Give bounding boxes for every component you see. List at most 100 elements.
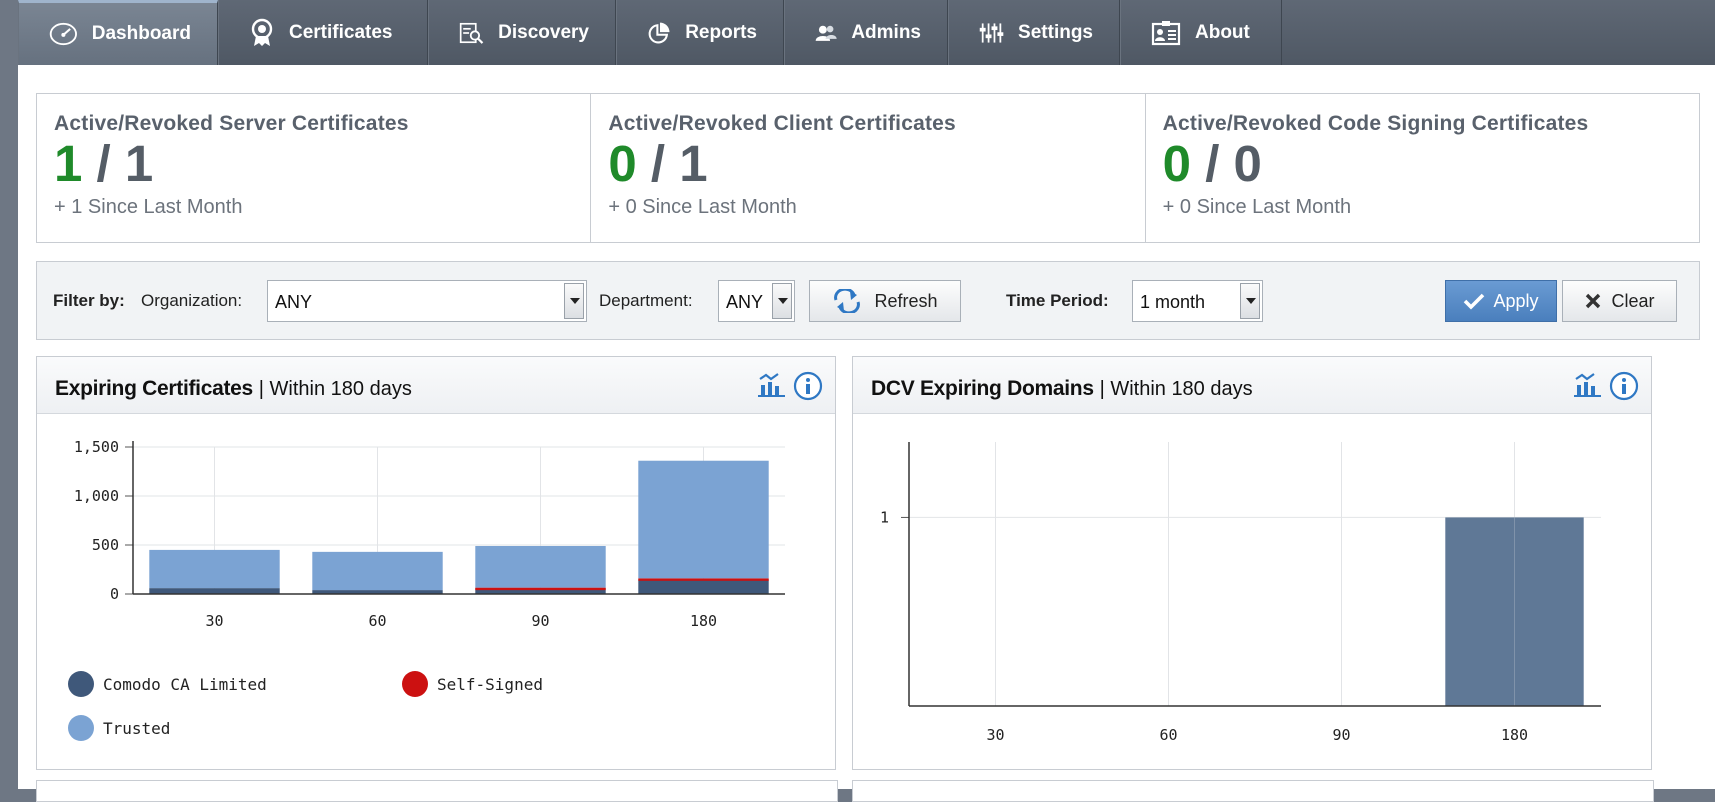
legend-label: Trusted xyxy=(103,719,170,738)
organization-label: Organization: xyxy=(141,291,243,310)
legend-label: Self-Signed xyxy=(437,675,543,694)
clear-button[interactable]: Clear xyxy=(1562,280,1677,322)
stat-title: Active/Revoked Code Signing Certificates xyxy=(1162,112,1589,135)
chart-view-icon[interactable] xyxy=(757,371,787,399)
y-tick-label: 1,500 xyxy=(74,438,119,456)
bar xyxy=(312,551,443,591)
app-frame: Dashboard Certificates Discovery Reports… xyxy=(18,0,1715,802)
tab-reports[interactable]: Reports xyxy=(616,0,784,65)
top-nav: Dashboard Certificates Discovery Reports… xyxy=(18,0,1715,65)
x-tick-label: 60 xyxy=(1159,726,1177,744)
bar xyxy=(475,545,606,588)
organization-value: ANY xyxy=(275,292,313,312)
revoked-count[interactable]: 1 xyxy=(125,135,153,192)
bar xyxy=(149,549,280,589)
panel-header: Expiring Certificates | Within 180 days xyxy=(37,357,835,414)
panel-subtitle: | Within 180 days xyxy=(258,378,412,400)
active-count[interactable]: 1 xyxy=(54,135,82,192)
apply-label: Apply xyxy=(1493,290,1539,311)
next-panel-edge xyxy=(36,780,838,802)
clear-label: Clear xyxy=(1611,290,1655,311)
admins-icon xyxy=(815,25,837,41)
settings-icon xyxy=(979,22,1004,43)
x-tick-label: 30 xyxy=(205,612,223,630)
tab-admins-label: Admins xyxy=(851,21,921,43)
gauge-icon xyxy=(49,22,77,46)
x-tick-label: 60 xyxy=(368,612,386,630)
tab-admins[interactable]: Admins xyxy=(784,0,948,65)
tab-reports-label: Reports xyxy=(685,21,757,43)
chevron-down-icon[interactable] xyxy=(772,283,792,319)
x-tick-label: 180 xyxy=(1501,726,1528,744)
tab-certificates-label: Certificates xyxy=(289,21,393,43)
department-value: ANY xyxy=(726,292,764,312)
panel-header: DCV Expiring Domains | Within 180 days xyxy=(853,357,1651,414)
stat-client-certificates[interactable]: Active/Revoked Client Certificates 0 / 1… xyxy=(591,94,1146,242)
stat-server-certificates[interactable]: Active/Revoked Server Certificates 1 / 1… xyxy=(37,94,592,242)
bar xyxy=(638,578,769,581)
time-period-label: Time Period: xyxy=(1006,291,1109,310)
active-count[interactable]: 0 xyxy=(608,135,636,192)
organization-select[interactable]: ANY xyxy=(267,280,587,322)
legend-marker xyxy=(68,715,94,741)
apply-button[interactable]: Apply xyxy=(1445,280,1557,322)
dcv-expiring-domains-panel: DCV Expiring Domains | Within 180 days 1… xyxy=(852,356,1652,770)
expiring-certificates-chart: 0 500 1,000 1,500 30 60 90 180 Comodo CA Limited… xyxy=(68,438,785,741)
stat-title: Active/Revoked Client Certificates xyxy=(608,112,956,135)
certificate-stats: Active/Revoked Server Certificates 1 / 1… xyxy=(36,93,1700,243)
tab-discovery-label: Discovery xyxy=(498,21,589,43)
tab-certificates[interactable]: Certificates xyxy=(218,0,428,65)
panel-subtitle: | Within 180 days xyxy=(1099,378,1253,400)
bar xyxy=(638,460,769,579)
x-tick-label: 30 xyxy=(986,726,1004,744)
tab-about[interactable]: About xyxy=(1120,0,1282,65)
tab-settings-label: Settings xyxy=(1018,21,1093,43)
y-tick-label: 500 xyxy=(92,536,119,554)
panel-icons xyxy=(757,371,823,401)
chart-view-icon[interactable] xyxy=(1573,371,1603,399)
count-separator: / xyxy=(96,135,111,192)
bar xyxy=(475,587,606,591)
revoked-count[interactable]: 1 xyxy=(679,135,707,192)
active-count[interactable]: 0 xyxy=(1163,135,1191,192)
stat-code-signing-certificates[interactable]: Active/Revoked Code Signing Certificates… xyxy=(1146,94,1699,242)
y-tick-label: 1 xyxy=(880,508,889,526)
chevron-down-icon[interactable] xyxy=(1240,283,1260,319)
department-select[interactable]: ANY xyxy=(718,280,795,322)
panel-icons xyxy=(1573,371,1639,401)
bar xyxy=(638,579,769,594)
tab-dashboard[interactable]: Dashboard xyxy=(18,0,218,65)
tab-settings[interactable]: Settings xyxy=(948,0,1120,65)
since-last-month: + 0 Since Last Month xyxy=(1162,196,1352,218)
legend-marker xyxy=(402,671,428,697)
y-tick-label: 1,000 xyxy=(74,487,119,505)
count-separator: / xyxy=(650,135,666,192)
certificate-icon xyxy=(251,18,273,46)
tab-about-label: About xyxy=(1195,21,1250,43)
chevron-down-icon[interactable] xyxy=(564,283,584,319)
dcv-expiring-domains-chart: 1 30 60 90 180 xyxy=(880,442,1601,744)
next-panel-edge xyxy=(852,780,1654,802)
refresh-button[interactable]: Refresh xyxy=(809,280,961,322)
panel-title: Expiring Certificates xyxy=(55,377,253,400)
close-icon xyxy=(1586,293,1601,309)
discovery-icon xyxy=(459,22,484,44)
check-icon xyxy=(1464,293,1485,310)
stat-count: 0 / 1 xyxy=(608,138,1144,190)
info-icon[interactable] xyxy=(1609,371,1639,401)
since-last-month: + 1 Since Last Month xyxy=(54,196,243,218)
bar xyxy=(149,588,280,594)
reports-icon xyxy=(648,22,670,43)
revoked-count[interactable]: 0 xyxy=(1234,135,1262,192)
tab-discovery[interactable]: Discovery xyxy=(428,0,616,65)
legend-marker xyxy=(68,671,94,697)
x-tick-label: 180 xyxy=(690,612,717,630)
department-label: Department: xyxy=(599,291,693,310)
panel-title: DCV Expiring Domains xyxy=(871,377,1094,400)
filter-bar: Filter by: Organization: ANY Department:… xyxy=(36,261,1700,340)
y-tick-label: 0 xyxy=(110,585,119,603)
tab-dashboard-label: Dashboard xyxy=(91,23,191,44)
info-icon[interactable] xyxy=(793,371,823,401)
time-period-select[interactable]: 1 month xyxy=(1132,280,1263,322)
stat-count: 0 / 0 xyxy=(1163,138,1699,190)
